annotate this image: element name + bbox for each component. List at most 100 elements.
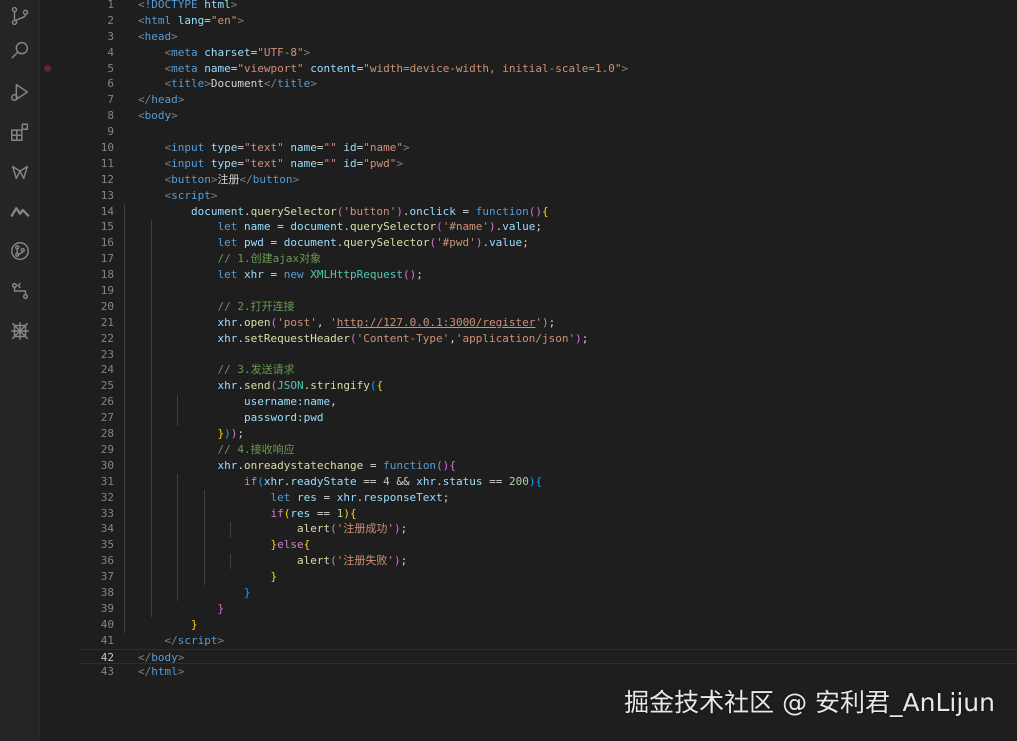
code-line[interactable]: 29 // 4.接收响应 [80,442,1017,458]
code-line[interactable]: 19 [80,283,1017,299]
code-line[interactable]: 5 <meta name="viewport" content="width=d… [80,61,1017,77]
code-line[interactable]: 4 <meta charset="UTF-8"> [80,45,1017,61]
code-line[interactable]: 34 alert('注册成功'); [80,521,1017,537]
run-debug-icon[interactable] [8,80,32,104]
line-number: 7 [107,93,114,107]
code-line[interactable]: 37 } [80,569,1017,585]
line-number: 24 [100,363,114,377]
code-line[interactable]: 26 username:name, [80,394,1017,410]
line-number: 2 [107,13,114,27]
line-number: 12 [100,172,114,186]
line-number: 26 [100,395,114,409]
code-text: } [270,570,278,584]
code-line[interactable]: 35 }else{ [80,537,1017,553]
code-line[interactable]: 43 </html> [80,664,1017,680]
source-control-icon[interactable] [8,4,32,28]
code-line[interactable]: 10 <input type="text" name="" id="name"> [80,140,1017,156]
code-line[interactable]: 16 let pwd = document.querySelector('#pw… [80,235,1017,251]
code-text: <button>注册</button> [164,172,300,186]
code-text: document.querySelector('button').onclick… [190,204,549,218]
line-number: 35 [100,538,114,552]
extensions-icon[interactable] [8,120,32,144]
line-number: 13 [100,188,114,202]
live-share-icon[interactable] [8,160,32,184]
line-number: 8 [107,109,114,123]
line-number: 17 [100,252,114,266]
code-editor[interactable]: 1 <!DOCTYPE html> 2 <html lang="en"> 3 <head>… [40,0,1017,741]
code-line[interactable]: 13 <script> [80,188,1017,204]
code-line[interactable]: 9 [80,124,1017,140]
code-text: <input type="text" name="" id="pwd"> [164,156,404,170]
line-number: 20 [100,299,114,313]
code-line[interactable]: 38 } [80,585,1017,601]
line-number: 21 [100,315,114,329]
remote-icon[interactable] [8,199,32,223]
code-line[interactable]: 33 if(res == 1){ [80,506,1017,522]
code-lines[interactable]: 1 <!DOCTYPE html> 2 <html lang="en"> 3 <head>… [80,0,1017,680]
code-line[interactable]: 18 let xhr = new XMLHttpRequest(); [80,267,1017,283]
code-line[interactable]: 7 </head> [80,92,1017,108]
code-line[interactable]: 41 </script> [80,633,1017,649]
code-text: // 3.发送请求 [217,363,295,377]
line-number: 40 [100,617,114,631]
activity-bar [0,0,40,741]
watermark: 掘金技术社区 @ 安利君_AnLijun [624,688,995,717]
code-line[interactable]: 28 })); [80,426,1017,442]
line-number: 31 [100,474,114,488]
line-number: 1 [107,0,114,11]
line-number: 34 [100,522,114,536]
code-line[interactable]: 12 <button>注册</button> [80,172,1017,188]
code-line[interactable]: 36 alert('注册失败'); [80,553,1017,569]
code-text: if(res == 1){ [270,506,357,520]
code-text: // 4.接收响应 [217,442,295,456]
line-number: 23 [100,347,114,361]
code-line[interactable]: 32 let res = xhr.responseText; [80,490,1017,506]
code-line[interactable]: 22 xhr.setRequestHeader('Content-Type','… [80,331,1017,347]
line-number: 3 [107,29,114,43]
code-line[interactable]: 17 // 1.创建ajax对象 [80,251,1017,267]
code-line[interactable]: 39 } [80,601,1017,617]
code-line[interactable]: 40 } [80,617,1017,633]
search-icon[interactable] [8,38,32,62]
code-text: <head> [138,29,178,43]
code-line[interactable]: 15 let name = document.querySelector('#n… [80,219,1017,235]
code-line[interactable]: 23 [80,347,1017,363]
code-line[interactable]: 6 <title>Document</title> [80,76,1017,92]
code-text: // 2.打开连接 [217,299,295,313]
line-number: 32 [100,490,114,504]
code-line[interactable]: 24 // 3.发送请求 [80,362,1017,378]
code-text: <title>Document</title> [164,77,317,91]
line-number: 41 [100,633,114,647]
code-line[interactable]: 11 <input type="text" name="" id="pwd"> [80,156,1017,172]
code-line[interactable]: 1 <!DOCTYPE html> [80,0,1017,13]
code-line[interactable]: 30 xhr.onreadystatechange = function(){ [80,458,1017,474]
line-number: 33 [100,506,114,520]
code-line[interactable]: 2 <html lang="en"> [80,13,1017,29]
code-text: alert('注册失败'); [296,554,408,568]
code-line[interactable]: 3 <head> [80,29,1017,45]
code-line[interactable]: 21 xhr.open('post', 'http://127.0.0.1:30… [80,315,1017,331]
timeline-icon[interactable] [8,279,32,303]
code-text: xhr.setRequestHeader('Content-Type','app… [217,331,589,345]
code-text: let xhr = new XMLHttpRequest(); [217,268,423,282]
code-line[interactable]: 25 xhr.send(JSON.stringify({ [80,378,1017,394]
code-line[interactable]: 27 password:pwd [80,410,1017,426]
line-number: 37 [100,570,114,584]
code-line[interactable]: 8 <body> [80,108,1017,124]
code-text: <html lang="en"> [138,13,244,27]
code-line[interactable]: 14 document.querySelector('button').oncl… [80,204,1017,220]
line-number: 38 [100,585,114,599]
code-line[interactable]: 31 if(xhr.readyState == 4 && xhr.status … [80,474,1017,490]
git-graph-icon[interactable] [8,239,32,263]
code-text: } [217,601,225,615]
line-number: 43 [100,665,114,679]
code-text: </html> [138,665,185,679]
code-text: username:name, [243,395,337,409]
code-text: xhr.open('post', 'http://127.0.0.1:3000/… [217,315,556,329]
line-number: 22 [100,331,114,345]
code-line[interactable]: 20 // 2.打开连接 [80,299,1017,315]
code-text: <body> [138,109,178,123]
code-line[interactable]: 42 </body> [80,648,1017,665]
line-number: 5 [107,61,114,75]
bug-pattern-icon[interactable] [8,319,32,343]
